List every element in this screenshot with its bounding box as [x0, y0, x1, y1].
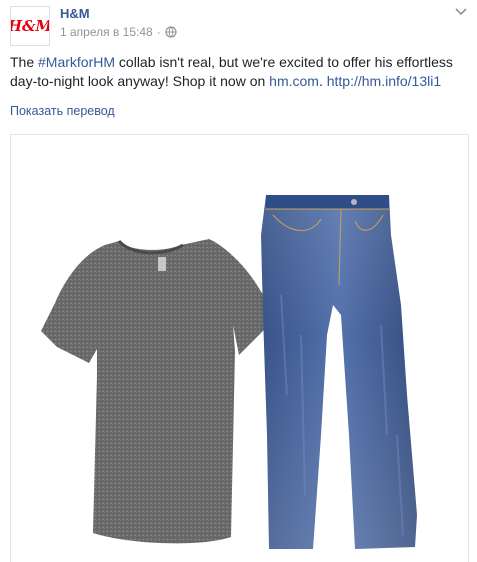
- site-link[interactable]: hm.com: [269, 73, 319, 89]
- post-text-part: The: [10, 54, 39, 70]
- short-url-link[interactable]: http://hm.info/13li1: [327, 73, 441, 89]
- post-photo[interactable]: [10, 134, 469, 562]
- page-avatar[interactable]: H&M: [10, 6, 50, 46]
- svg-text:H&M: H&M: [11, 17, 49, 35]
- post-text: The #MarkforHM collab isn't real, but we…: [10, 53, 470, 91]
- hm-logo: H&M: [11, 17, 49, 35]
- tshirt-shape: [41, 239, 273, 544]
- outfit-image: [41, 195, 417, 549]
- show-translation-link[interactable]: Показать перевод: [10, 104, 115, 118]
- post-text-part: .: [318, 73, 327, 89]
- meta-separator: ·: [156, 25, 161, 39]
- jeans-shape: [261, 195, 417, 549]
- globe-icon[interactable]: [165, 26, 177, 38]
- facebook-post: H&M H&M 1 апреля в 15:48 · The #MarkforH…: [0, 0, 477, 562]
- chevron-down-icon[interactable]: [453, 6, 469, 18]
- hashtag-link[interactable]: #MarkforHM: [38, 54, 115, 70]
- post-timestamp[interactable]: 1 апреля в 15:48: [60, 25, 153, 39]
- post-meta: 1 апреля в 15:48 ·: [60, 25, 177, 39]
- page-name-link[interactable]: H&M: [60, 6, 90, 21]
